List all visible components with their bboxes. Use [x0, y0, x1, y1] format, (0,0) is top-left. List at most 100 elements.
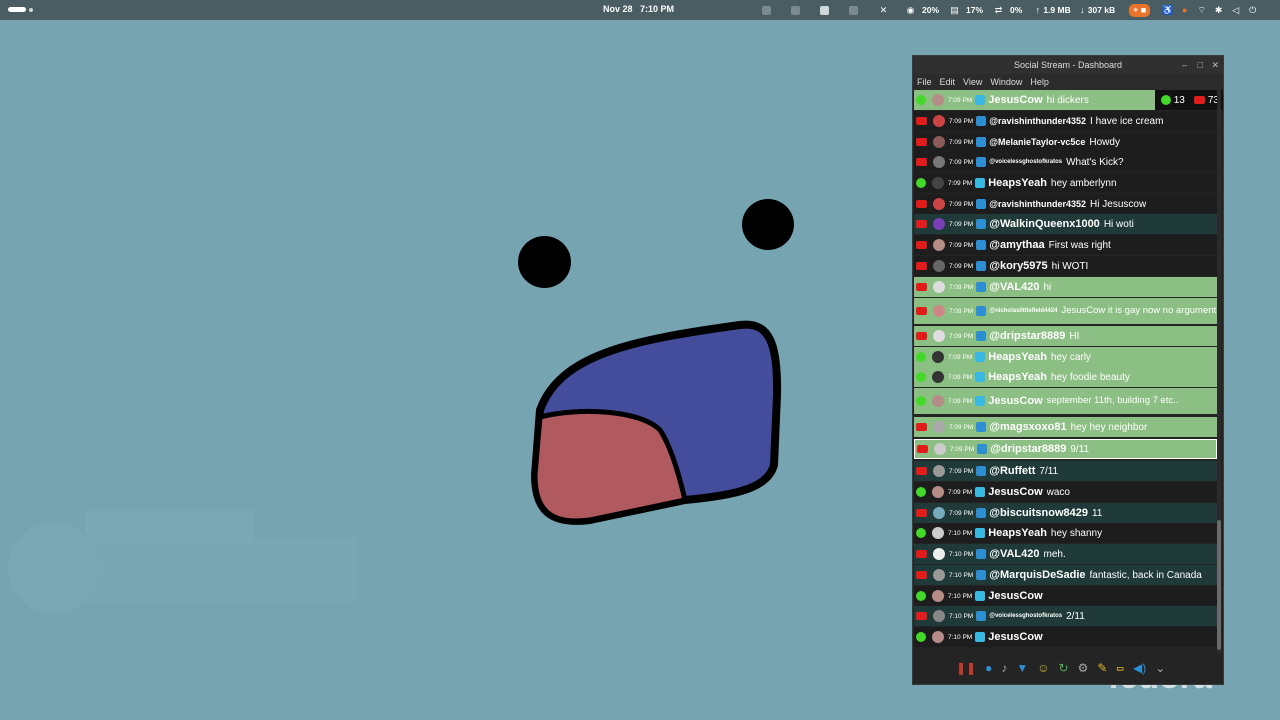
- pause-icon[interactable]: ❚❚: [956, 661, 976, 675]
- microphone-icon[interactable]: ●: [1179, 5, 1190, 16]
- app-icon-2[interactable]: [791, 5, 800, 15]
- minimize-icon[interactable]: –: [1182, 56, 1187, 74]
- chat-message-row[interactable]: 7:09 PM @magsxoxo81 hey hey neighbor: [914, 417, 1217, 437]
- speaker-icon[interactable]: ◀): [1133, 661, 1146, 675]
- chat-message-row[interactable]: 7:09 PM @MelanieTaylor-vc5ce Howdy: [914, 132, 1217, 152]
- chat-message-row[interactable]: 7:10 PM @voicelessghostofkratos 2/11: [914, 606, 1217, 626]
- scrollbar[interactable]: [1217, 90, 1221, 654]
- youtube-icon: [916, 612, 927, 620]
- chat-username[interactable]: JesusCow: [988, 94, 1042, 106]
- app-icon-1[interactable]: [762, 5, 771, 15]
- chat-username[interactable]: @nicholaslittlefield4424: [989, 308, 1057, 314]
- chat-message-row[interactable]: 7:10 PM @MarquisDeSadie fantastic, back in…: [914, 565, 1217, 585]
- chat-username[interactable]: HeapsYeah: [988, 177, 1047, 189]
- menu-help[interactable]: Help: [1030, 77, 1049, 87]
- clear-broom-icon[interactable]: ✎: [1097, 661, 1107, 675]
- filter-icon[interactable]: ▼: [1016, 661, 1028, 675]
- accessibility-icon[interactable]: ♿: [1162, 5, 1173, 16]
- bell-icon[interactable]: ♪: [1001, 661, 1007, 675]
- chat-username[interactable]: @VAL420: [989, 548, 1039, 560]
- auto-icon[interactable]: ▭: [1116, 664, 1124, 673]
- chat-message-row[interactable]: 7:09 PM HeapsYeah hey carly: [914, 347, 1217, 367]
- chat-message-row[interactable]: 7:10 PM @VAL420 meh.: [914, 544, 1217, 564]
- activities-indicator[interactable]: [8, 7, 26, 12]
- chat-username[interactable]: @amythaa: [989, 239, 1044, 251]
- chat-message-row[interactable]: 7:09 PM @ravishinthunder4352 Hi Jesuscow: [914, 194, 1217, 214]
- chat-username[interactable]: @dripstar8889: [990, 443, 1066, 455]
- chat-message-row[interactable]: 7:10 PM JesusCow: [914, 627, 1217, 647]
- chat-username[interactable]: @voicelessghostofkratos: [989, 613, 1062, 619]
- chat-message-row[interactable]: 7:09 PM HeapsYeah hey foodie beauty: [914, 367, 1217, 387]
- chat-username[interactable]: @MelanieTaylor-vc5ce: [989, 137, 1085, 147]
- chat-username[interactable]: HeapsYeah: [988, 351, 1047, 363]
- bluetooth-off-icon[interactable]: ✱: [1213, 5, 1224, 16]
- chat-username[interactable]: JesusCow: [988, 590, 1042, 602]
- chat-message-row[interactable]: 7:09 PM JesusCow september 11th, building …: [914, 388, 1217, 414]
- power-icon[interactable]: ⏻: [1247, 5, 1258, 16]
- chat-message-row[interactable]: 7:09 PM @voicelessghostofkratos What's Kic…: [914, 152, 1217, 172]
- chat-message-row[interactable]: 7:09 PM @WalkinQueenx1000 Hi woti: [914, 214, 1217, 234]
- chat-message-text: Howdy: [1089, 136, 1120, 148]
- chat-username[interactable]: @magsxoxo81: [989, 421, 1066, 433]
- chat-message-row[interactable]: 7:10 PM JesusCow: [914, 586, 1217, 606]
- close-icon[interactable]: ✕: [1211, 56, 1219, 74]
- chat-username[interactable]: @kory5975: [989, 260, 1047, 272]
- workspace-dot[interactable]: [29, 8, 33, 12]
- chat-message-row[interactable]: 7:09 PM @Ruffett 7/11: [914, 461, 1217, 481]
- menu-view[interactable]: View: [963, 77, 982, 87]
- avatar: [932, 527, 944, 539]
- chat-message-row[interactable]: 7:09 PM @kory5975 hi WOTI: [914, 256, 1217, 276]
- chat-message-row[interactable]: 7:09 PM @VAL420 hi: [914, 277, 1217, 297]
- chat-message-row[interactable]: 7:09 PM JesusCow waco: [914, 482, 1217, 502]
- network-icon[interactable]: ⌔: [1196, 5, 1207, 16]
- chat-username[interactable]: HeapsYeah: [988, 527, 1047, 539]
- chat-username[interactable]: @ravishinthunder4352: [989, 116, 1086, 126]
- social-stream-window[interactable]: Social Stream - Dashboard – □ ✕ File Edi…: [912, 55, 1224, 685]
- chat-message-text: I have ice cream: [1090, 115, 1164, 127]
- screen-record-indicator[interactable]: ⌖ ■: [1129, 3, 1151, 17]
- chat-message-row[interactable]: 7:09 PM @nicholaslittlefield4424 JesusCow …: [914, 298, 1217, 324]
- maximize-icon[interactable]: □: [1198, 56, 1203, 74]
- chat-username[interactable]: @Ruffett: [989, 465, 1035, 477]
- user-badge-icon: [976, 306, 987, 316]
- chat-message-row[interactable]: 7:09 PM @ravishinthunder4352 I have ice cr…: [914, 111, 1217, 131]
- scrollbar-thumb[interactable]: [1217, 520, 1221, 650]
- youtube-icon: [917, 445, 928, 453]
- chat-username[interactable]: JesusCow: [988, 486, 1042, 498]
- app-icon-3[interactable]: [849, 5, 858, 15]
- clock[interactable]: Nov 28 7:10 PM: [603, 4, 674, 14]
- discord-icon[interactable]: [820, 5, 829, 15]
- avatar: [933, 305, 945, 317]
- menu-edit[interactable]: Edit: [940, 77, 956, 87]
- collapse-icon[interactable]: ⌄: [1155, 661, 1165, 675]
- chat-message-row[interactable]: 7:09 PM @amythaa First was right: [914, 235, 1217, 255]
- chat-username[interactable]: @dripstar8889: [989, 330, 1065, 342]
- chat-feed[interactable]: 7:09 PM JesusCow hi dickers 7:09 PM @ravishi…: [914, 90, 1217, 654]
- settings-icon[interactable]: ⚙: [1078, 661, 1089, 675]
- volume-muted-icon[interactable]: ◁: [1230, 5, 1241, 16]
- chat-message-row[interactable]: 7:09 PM @biscuitsnow8429 11: [914, 503, 1217, 523]
- chat-bubble-icon[interactable]: ●: [985, 661, 992, 675]
- chat-username[interactable]: @WalkinQueenx1000: [989, 218, 1100, 230]
- avatar: [933, 260, 945, 272]
- chat-message-row[interactable]: 7:09 PM @dripstar8889 HI: [914, 326, 1217, 346]
- menu-file[interactable]: File: [917, 77, 932, 87]
- emoji-icon[interactable]: ☺: [1037, 661, 1049, 675]
- avatar: [933, 136, 945, 148]
- chat-username[interactable]: @voicelessghostofkratos: [989, 159, 1062, 165]
- window-titlebar[interactable]: Social Stream - Dashboard – □ ✕: [913, 56, 1223, 74]
- chat-username[interactable]: @ravishinthunder4352: [989, 199, 1086, 209]
- chat-message-row[interactable]: 7:09 PM @dripstar8889 9/11: [914, 439, 1217, 459]
- refresh-icon[interactable]: ↻: [1059, 661, 1069, 675]
- chat-message-row[interactable]: 7:10 PM HeapsYeah hey shanny: [914, 523, 1217, 543]
- chat-message-row[interactable]: 7:09 PM HeapsYeah hey amberlynn: [914, 173, 1217, 193]
- chat-username[interactable]: @biscuitsnow8429: [989, 507, 1088, 519]
- chat-username[interactable]: @VAL420: [989, 281, 1039, 293]
- chat-username[interactable]: HeapsYeah: [988, 371, 1047, 383]
- chat-username[interactable]: @MarquisDeSadie: [989, 569, 1085, 581]
- menu-window[interactable]: Window: [990, 77, 1022, 87]
- chat-username[interactable]: JesusCow: [988, 631, 1042, 643]
- clock-time: 7:10 PM: [640, 4, 675, 14]
- close-x-icon[interactable]: ✕: [878, 5, 889, 16]
- chat-username[interactable]: JesusCow: [988, 395, 1042, 407]
